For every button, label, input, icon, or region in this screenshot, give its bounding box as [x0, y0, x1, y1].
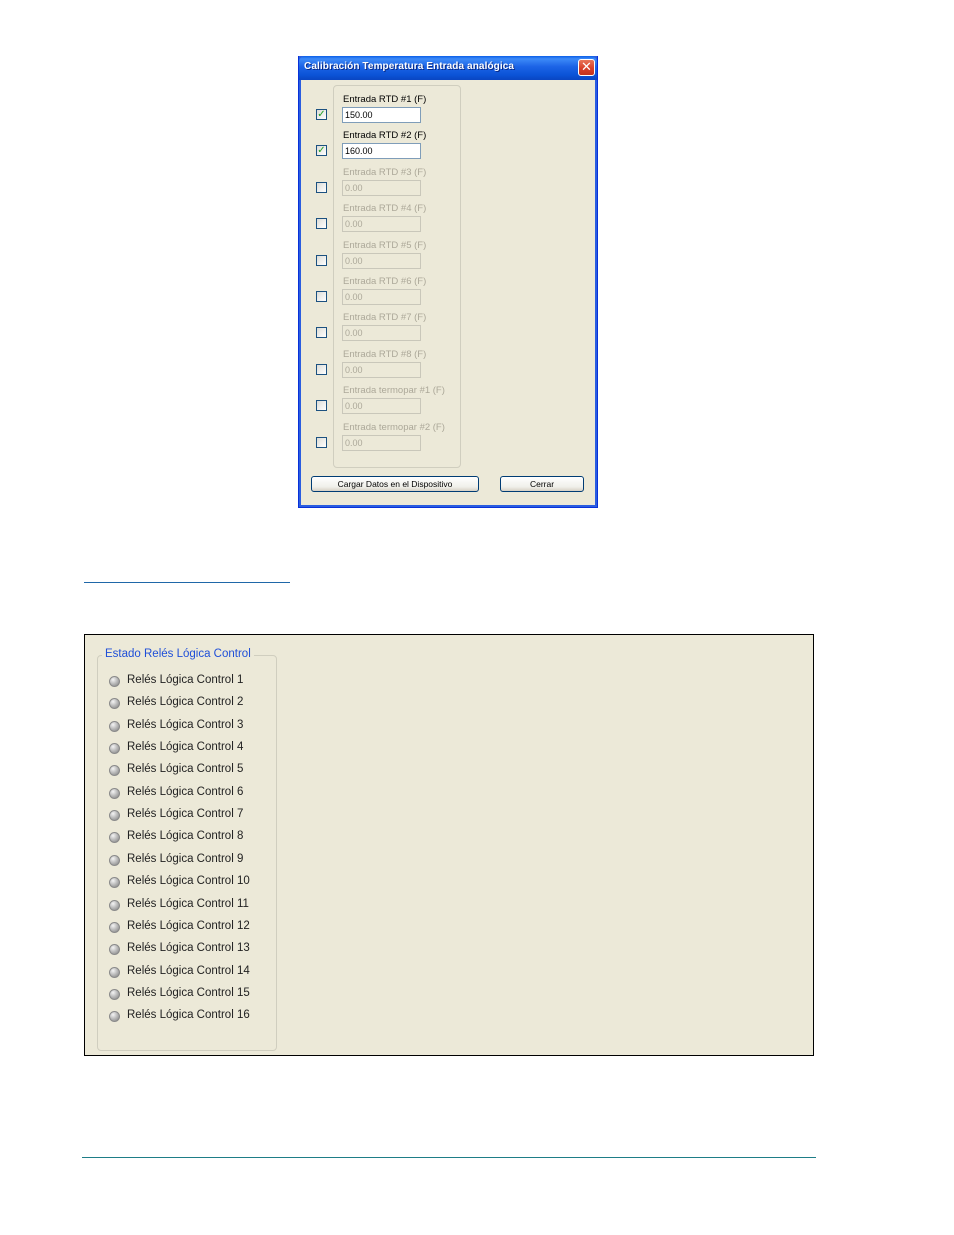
rtd-label: Entrada RTD #1 (F)	[343, 94, 427, 105]
relay-label: Relés Lógica Control 1	[127, 674, 244, 686]
rtd-label: Entrada RTD #5 (F)	[343, 240, 427, 251]
led-off-icon	[109, 832, 120, 843]
led-off-icon	[109, 765, 120, 776]
rtd-label: Entrada termopar #2 (F)	[343, 422, 445, 433]
relay-label: Relés Lógica Control 12	[127, 920, 250, 932]
rtd-checkbox[interactable]: ✓	[316, 109, 327, 120]
led-off-icon	[109, 676, 120, 687]
relay-label: Relés Lógica Control 2	[127, 696, 244, 708]
rtd-checkbox[interactable]	[316, 327, 327, 338]
rtd-value-field: 0.00	[342, 435, 421, 451]
rtd-value-field: 0.00	[342, 289, 421, 305]
footer-rule	[82, 1157, 816, 1158]
relay-label: Relés Lógica Control 5	[127, 763, 244, 775]
rtd-value-field: 0.00	[342, 325, 421, 341]
close-icon[interactable]: ✕	[578, 59, 595, 76]
load-data-button[interactable]: Cargar Datos en el Dispositivo	[311, 476, 479, 492]
rtd-value-field[interactable]: 160.00	[342, 143, 421, 159]
rtd-checkbox[interactable]	[316, 291, 327, 302]
rtd-label: Entrada RTD #8 (F)	[343, 349, 427, 360]
rtd-checkbox[interactable]	[316, 182, 327, 193]
led-off-icon	[109, 698, 120, 709]
relay-label: Relés Lógica Control 8	[127, 830, 244, 842]
relay-label: Relés Lógica Control 11	[127, 898, 249, 910]
link-underline	[84, 582, 290, 583]
rtd-label: Entrada termopar #1 (F)	[343, 385, 445, 396]
rtd-label: Entrada RTD #2 (F)	[343, 130, 427, 141]
led-off-icon	[109, 721, 120, 732]
relay-label: Relés Lógica Control 14	[127, 965, 250, 977]
led-off-icon	[109, 788, 120, 799]
led-off-icon	[109, 900, 120, 911]
rtd-value-field: 0.00	[342, 362, 421, 378]
led-off-icon	[109, 855, 120, 866]
rtd-value-field: 0.00	[342, 216, 421, 232]
rtd-label: Entrada RTD #4 (F)	[343, 203, 427, 214]
rtd-checkbox[interactable]	[316, 218, 327, 229]
led-off-icon	[109, 967, 120, 978]
relay-label: Relés Lógica Control 7	[127, 808, 244, 820]
relay-group-title: Estado Relés Lógica Control	[102, 648, 254, 660]
led-off-icon	[109, 922, 120, 933]
relay-label: Relés Lógica Control 15	[127, 987, 250, 999]
dialog-title: Calibración Temperatura Entrada analógic…	[304, 61, 515, 72]
rtd-value-field: 0.00	[342, 398, 421, 414]
led-off-icon	[109, 944, 120, 955]
rtd-value-field: 0.00	[342, 253, 421, 269]
rtd-value-field: 0.00	[342, 180, 421, 196]
relay-label: Relés Lógica Control 16	[127, 1009, 250, 1021]
rtd-checkbox[interactable]	[316, 364, 327, 375]
rtd-value-field[interactable]: 150.00	[342, 107, 421, 123]
rtd-label: Entrada RTD #3 (F)	[343, 167, 427, 178]
rtd-checkbox[interactable]: ✓	[316, 145, 327, 156]
relay-label: Relés Lógica Control 6	[127, 786, 244, 798]
led-off-icon	[109, 743, 120, 754]
relay-label: Relés Lógica Control 13	[127, 942, 250, 954]
relay-status-panel: Estado Relés Lógica Control Relés Lógica…	[84, 634, 814, 1056]
close-button[interactable]: Cerrar	[500, 476, 584, 492]
dialog-titlebar[interactable]: Calibración Temperatura Entrada analógic…	[299, 56, 597, 80]
calibration-dialog: Calibración Temperatura Entrada analógic…	[298, 56, 598, 508]
rtd-label: Entrada RTD #7 (F)	[343, 312, 427, 323]
rtd-checkbox[interactable]	[316, 437, 327, 448]
relay-label: Relés Lógica Control 9	[127, 853, 244, 865]
rtd-label: Entrada RTD #6 (F)	[343, 276, 427, 287]
relay-label: Relés Lógica Control 3	[127, 719, 244, 731]
led-off-icon	[109, 1011, 120, 1022]
led-off-icon	[109, 810, 120, 821]
relay-label: Relés Lógica Control 4	[127, 741, 244, 753]
rtd-checkbox[interactable]	[316, 400, 327, 411]
led-off-icon	[109, 989, 120, 1000]
led-off-icon	[109, 877, 120, 888]
rtd-checkbox[interactable]	[316, 255, 327, 266]
relay-label: Relés Lógica Control 10	[127, 875, 250, 887]
